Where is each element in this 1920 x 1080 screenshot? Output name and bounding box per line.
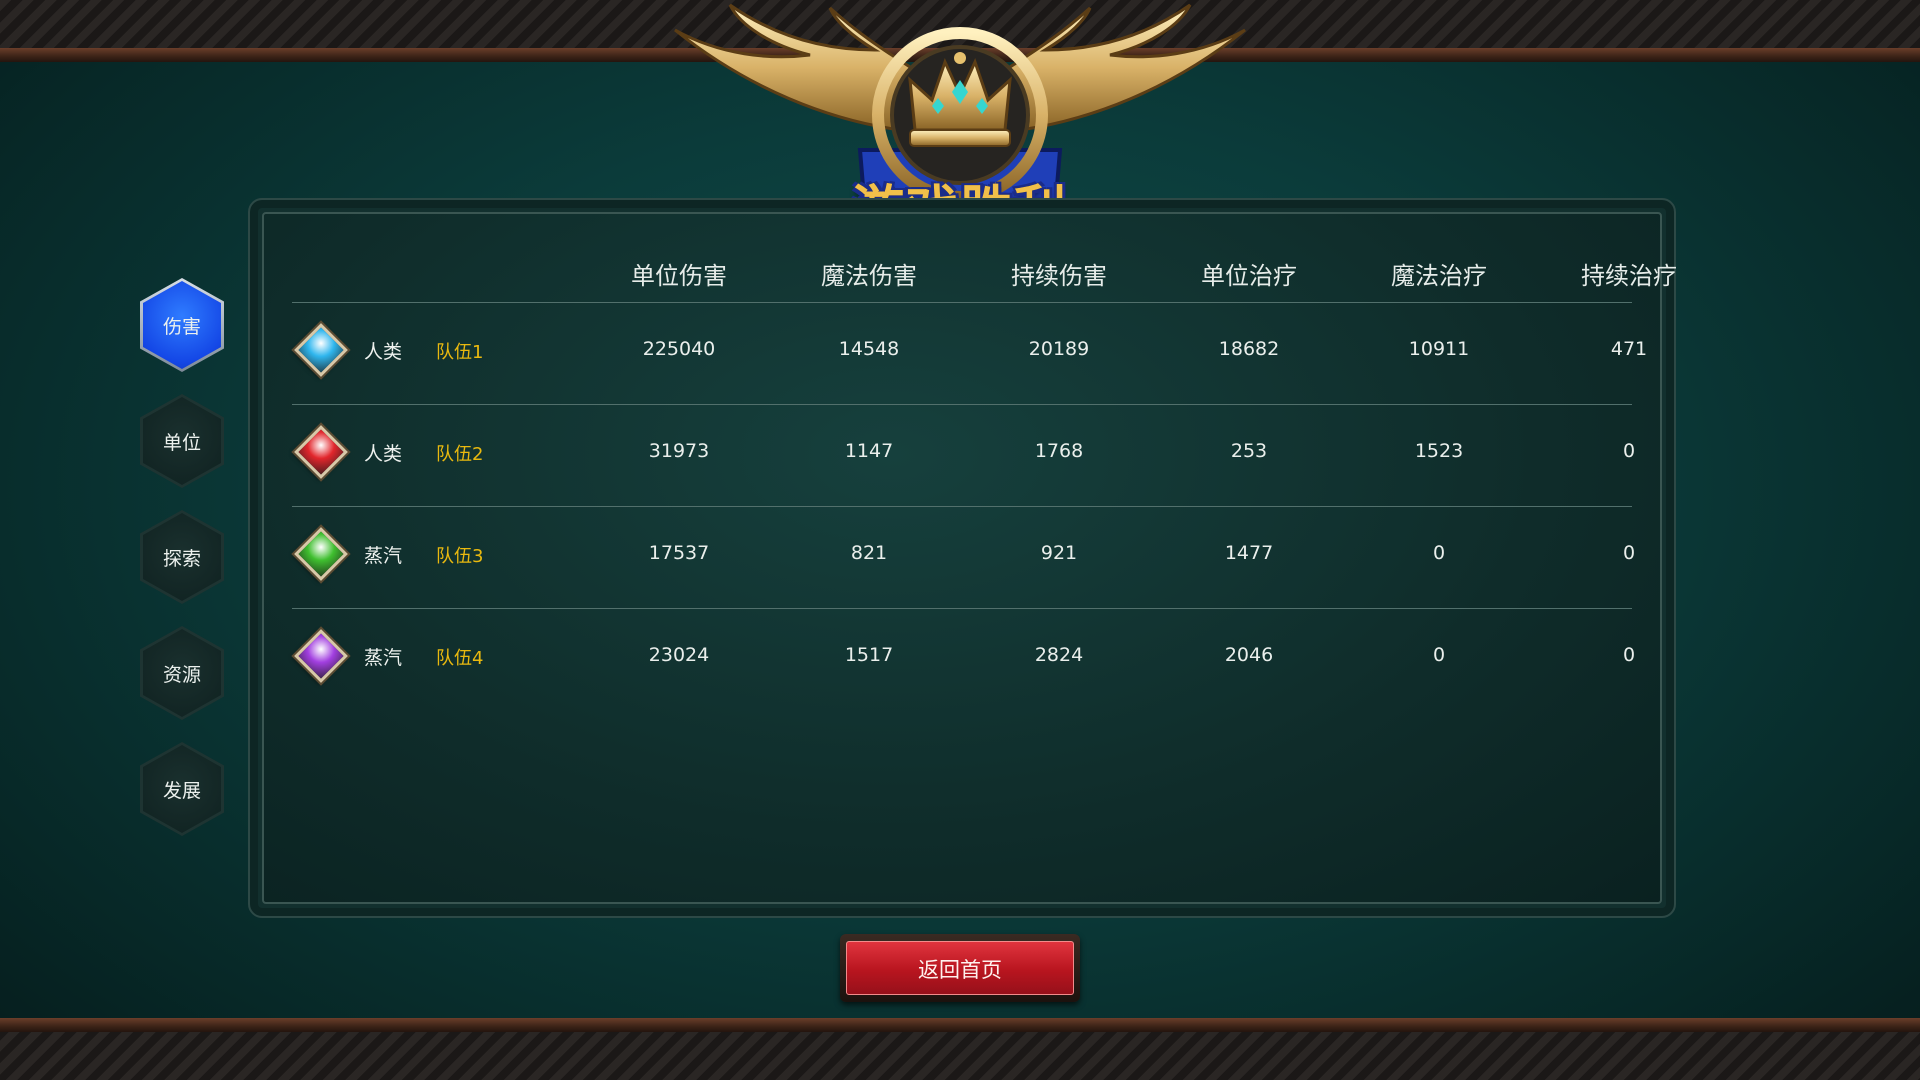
table-cell: 0 (1622, 644, 1636, 666)
race-name: 人类 (364, 443, 403, 465)
purple-gem-icon (294, 629, 348, 683)
nav-units-tab[interactable]: 单位 (140, 394, 224, 488)
table-cell: 2824 (1034, 644, 1084, 666)
table-cell: 1768 (1034, 440, 1084, 462)
nav-label: 发展 (162, 779, 201, 802)
table-cell: 10911 (1408, 338, 1470, 360)
table-cell: 17537 (648, 542, 710, 564)
table-cell: 921 (1040, 542, 1078, 564)
nav-development-tab[interactable]: 发展 (140, 742, 224, 836)
table-cell: 1517 (844, 644, 894, 666)
nav-label: 伤害 (162, 315, 201, 338)
return-home-button[interactable]: 返回首页 (840, 934, 1080, 1002)
team-name: 队伍3 (436, 546, 484, 567)
table-cell: 253 (1230, 440, 1268, 462)
table-cell: 0 (1432, 644, 1446, 666)
table-cell: 1477 (1224, 542, 1274, 564)
race-name: 蒸汽 (364, 647, 403, 669)
table-row: 蒸汽 队伍4 23024 1517 2824 2046 0 0 (292, 608, 1635, 709)
table-cell: 471 (1610, 338, 1648, 360)
table-cell: 2046 (1224, 644, 1274, 666)
table-header: 单位伤害 魔法伤害 持续伤害 单位治疗 魔法治疗 持续治疗 (264, 256, 1677, 290)
stats-table: 单位伤害 魔法伤害 持续伤害 单位治疗 魔法治疗 持续治疗 人类 队伍1 225… (262, 212, 1677, 904)
table-cell: 1147 (844, 440, 894, 462)
table-cell: 20189 (1028, 338, 1090, 360)
table-cell: 225040 (642, 338, 716, 360)
table-cell: 0 (1432, 542, 1446, 564)
col-header: 持续伤害 (1011, 262, 1107, 290)
red-gem-icon (294, 425, 348, 479)
col-header: 持续治疗 (1581, 262, 1677, 290)
table-cell: 1523 (1414, 440, 1464, 462)
bottom-border (0, 1018, 1920, 1080)
race-name: 人类 (364, 341, 403, 363)
table-cell: 31973 (648, 440, 710, 462)
nav-label: 探索 (162, 547, 201, 570)
return-home-label: 返回首页 (918, 958, 1002, 982)
team-name: 队伍4 (436, 648, 484, 669)
col-header: 魔法伤害 (821, 262, 917, 290)
table-cell: 18682 (1218, 338, 1280, 360)
nav-label: 单位 (162, 431, 201, 454)
table-cell: 0 (1622, 440, 1636, 462)
table-row: 人类 队伍2 31973 1147 1768 253 1523 0 (292, 404, 1635, 505)
col-header: 单位治疗 (1201, 262, 1297, 290)
table-cell: 14548 (838, 338, 900, 360)
stats-panel: 单位伤害 魔法伤害 持续伤害 单位治疗 魔法治疗 持续治疗 人类 队伍1 225… (248, 198, 1677, 918)
nav-damage-tab[interactable]: 伤害 (140, 278, 224, 372)
nav-label: 资源 (162, 663, 201, 686)
blue-gem-icon (294, 323, 348, 377)
nav-resources-tab[interactable]: 资源 (140, 626, 224, 720)
team-name: 队伍1 (436, 342, 484, 363)
green-gem-icon (294, 527, 348, 581)
table-cell: 23024 (648, 644, 710, 666)
table-row: 蒸汽 队伍3 17537 821 921 1477 0 0 (292, 506, 1635, 607)
race-name: 蒸汽 (364, 545, 403, 567)
table-cell: 821 (850, 542, 888, 564)
team-name: 队伍2 (436, 444, 484, 465)
col-header: 魔法治疗 (1391, 262, 1487, 290)
col-header: 单位伤害 (631, 262, 727, 290)
nav-explore-tab[interactable]: 探索 (140, 510, 224, 604)
table-cell: 0 (1622, 542, 1636, 564)
table-row: 人类 队伍1 225040 14548 20189 18682 10911 47… (292, 302, 1647, 403)
